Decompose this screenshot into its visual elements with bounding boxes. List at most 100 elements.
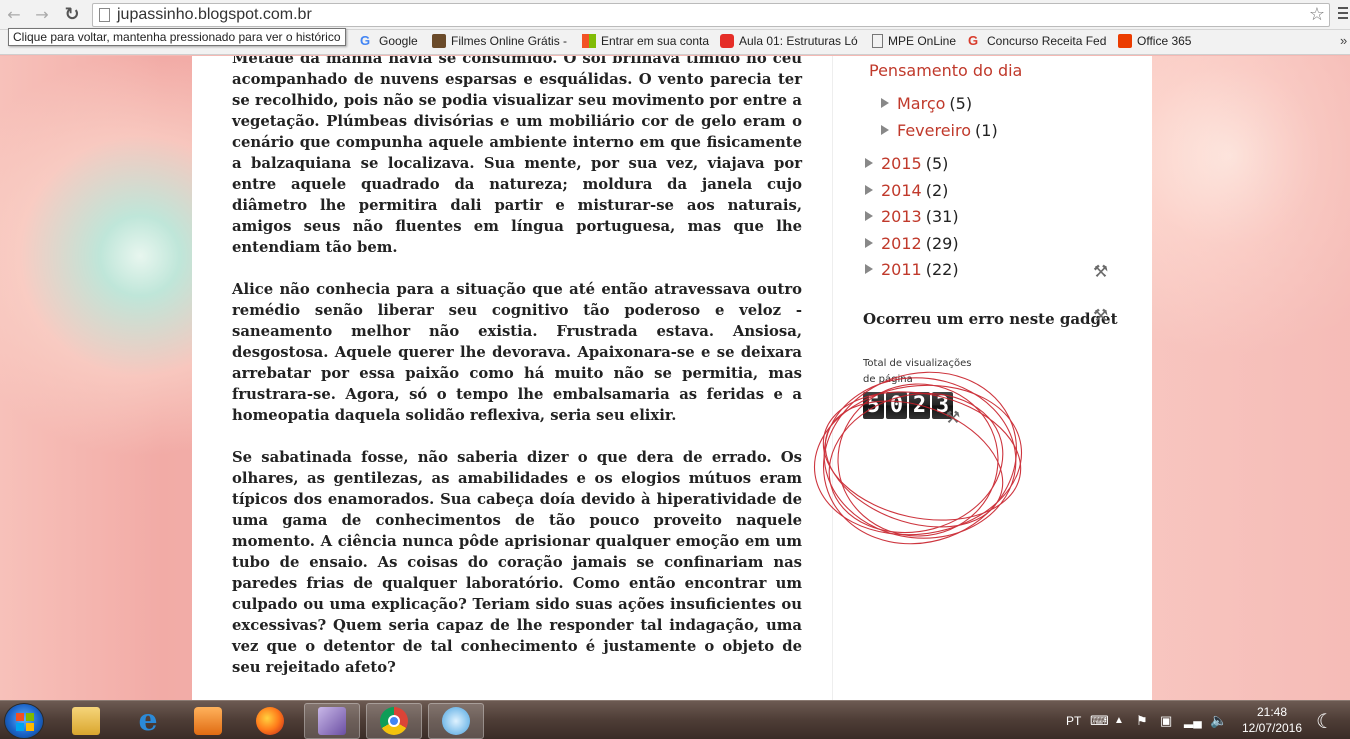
g-icon: G: [968, 33, 979, 48]
bookmark-label: Entrar em sua conta: [601, 34, 710, 48]
browser-toolbar: ← → ↻ jupassinho.blogspot.com.br ☆: [0, 0, 1350, 30]
bookmark-mpe[interactable]: MPE OnLine: [872, 34, 956, 48]
language-indicator[interactable]: PT: [1066, 701, 1081, 739]
archive-link[interactable]: 2013: [881, 207, 922, 226]
chrome-icon: [380, 707, 408, 735]
bookmark-label: Aula 01: Estruturas Ló: [739, 34, 858, 48]
media-player-icon: [194, 707, 222, 735]
archive-count: (1): [975, 121, 998, 140]
expand-arrow-icon[interactable]: [865, 211, 873, 221]
archive-month-item[interactable]: Fevereiro (1): [881, 121, 998, 140]
tray-expand-icon[interactable]: ▲: [1114, 701, 1124, 739]
firefox-icon: [256, 707, 284, 735]
post-paragraph: Metade da manhã havia se consumido. O so…: [232, 56, 802, 256]
archive-count: (31): [925, 207, 959, 226]
archive-link[interactable]: 2014: [881, 181, 922, 200]
keyboard-icon[interactable]: ⌨: [1090, 701, 1109, 739]
post-body: Metade da manhã havia se consumido. O so…: [232, 56, 802, 699]
archive-count: (5): [949, 94, 973, 113]
archive-link[interactable]: Março: [897, 94, 945, 113]
edit-wrench-icon[interactable]: ⚒: [1093, 262, 1108, 282]
folder-icon: [72, 707, 100, 735]
clock-date: 12/07/2016: [1241, 721, 1303, 735]
taskbar-ie[interactable]: e: [120, 703, 176, 739]
windows-taskbar: e PT ⌨ ▲ ⚑ ▣ ▂▄ 🔈 21:48 12/07/2016 ☾: [0, 700, 1350, 739]
start-button[interactable]: [4, 703, 44, 739]
bookmark-concurso[interactable]: G Concurso Receita Fed: [968, 33, 1107, 49]
moon-icon[interactable]: ☾: [1316, 709, 1334, 733]
page-icon: [99, 8, 110, 22]
bookmark-label: Office 365: [1137, 34, 1192, 48]
page-icon: [872, 34, 883, 48]
taskbar-explorer[interactable]: [58, 703, 114, 739]
bookmark-aula[interactable]: Aula 01: Estruturas Ló: [720, 34, 858, 48]
sidebar-heading[interactable]: Pensamento do dia: [869, 61, 1022, 80]
archive-year-item[interactable]: 2014 (2): [865, 181, 948, 200]
taskbar-app[interactable]: [304, 703, 360, 739]
bookmark-filmes[interactable]: Filmes Online Grátis -: [432, 34, 567, 48]
action-center-flag-icon[interactable]: ⚑: [1136, 701, 1148, 739]
archive-link[interactable]: Fevereiro: [897, 121, 971, 140]
red-scribble-annotation: [813, 371, 1023, 545]
signal-icon[interactable]: ▂▄: [1184, 701, 1202, 739]
film-icon: [432, 34, 446, 48]
app-icon: [318, 707, 346, 735]
office-icon: [1118, 34, 1132, 48]
back-button-tooltip: Clique para voltar, mantenha pressionado…: [8, 28, 346, 46]
post-column: Metade da manhã havia se consumido. O so…: [192, 56, 832, 700]
bookmark-office[interactable]: Office 365: [1118, 34, 1191, 48]
expand-arrow-icon[interactable]: [865, 185, 873, 195]
youtube-icon: [720, 34, 734, 48]
bookmark-google[interactable]: G Google: [360, 33, 418, 49]
archive-link[interactable]: 2011: [881, 260, 922, 279]
archive-year-item[interactable]: 2012 (29): [865, 234, 959, 253]
battery-icon[interactable]: ▣: [1160, 701, 1172, 739]
expand-arrow-icon[interactable]: [881, 98, 889, 108]
bookmark-star-icon[interactable]: ☆: [1309, 4, 1325, 25]
back-arrow-icon[interactable]: ←: [4, 5, 24, 25]
archive-link[interactable]: 2012: [881, 234, 922, 253]
forward-arrow-icon[interactable]: →: [32, 5, 52, 25]
edit-wrench-icon[interactable]: ⚒: [1093, 306, 1108, 326]
expand-arrow-icon[interactable]: [865, 264, 873, 274]
page-background-right: [1152, 56, 1350, 700]
post-paragraph: Alice não conhecia para a situação que a…: [232, 281, 802, 424]
bookmark-label: Google: [379, 34, 418, 48]
address-bar[interactable]: jupassinho.blogspot.com.br ☆: [92, 3, 1330, 27]
expand-arrow-icon[interactable]: [881, 125, 889, 135]
archive-count: (2): [925, 181, 949, 200]
taskbar-network-app[interactable]: [428, 703, 484, 739]
post-paragraph: Se sabatinada fosse, não saberia dizer o…: [232, 449, 802, 676]
gadget-error-message: Ocorreu um erro neste gadget: [863, 310, 1118, 328]
taskbar-chrome[interactable]: [366, 703, 422, 739]
network-app-icon: [442, 707, 470, 735]
internet-explorer-icon: e: [138, 703, 158, 738]
archive-count: (22): [925, 260, 959, 279]
windows-logo-icon: [16, 713, 34, 731]
archive-month-item[interactable]: Março (5): [881, 94, 972, 113]
page-viewport: Metade da manhã havia se consumido. O so…: [0, 56, 1350, 700]
archive-count: (29): [925, 234, 959, 253]
bookmark-label: MPE OnLine: [888, 34, 957, 48]
archive-count: (5): [925, 154, 949, 173]
bookmark-entrar[interactable]: Entrar em sua conta: [582, 34, 709, 48]
menu-icon[interactable]: [1338, 7, 1348, 22]
more-bookmarks-chevron-icon[interactable]: »: [1340, 33, 1347, 48]
windows-icon: [582, 34, 596, 48]
volume-icon[interactable]: 🔈: [1210, 701, 1227, 739]
archive-link[interactable]: 2015: [881, 154, 922, 173]
bookmark-label: Concurso Receita Fed: [987, 34, 1107, 48]
system-clock[interactable]: 21:48 12/07/2016: [1238, 704, 1306, 736]
reload-icon[interactable]: ↻: [62, 5, 82, 25]
expand-arrow-icon[interactable]: [865, 238, 873, 248]
expand-arrow-icon[interactable]: [865, 158, 873, 168]
archive-year-item[interactable]: 2011 (22): [865, 260, 959, 279]
bookmark-label: Filmes Online Grátis -: [451, 34, 568, 48]
archive-year-item[interactable]: 2015 (5): [865, 154, 948, 173]
clock-time: 21:48: [1256, 705, 1288, 719]
google-icon: G: [360, 33, 371, 48]
taskbar-media-player[interactable]: [180, 703, 236, 739]
url-text[interactable]: jupassinho.blogspot.com.br: [117, 6, 312, 24]
archive-year-item[interactable]: 2013 (31): [865, 207, 959, 226]
taskbar-firefox[interactable]: [242, 703, 298, 739]
